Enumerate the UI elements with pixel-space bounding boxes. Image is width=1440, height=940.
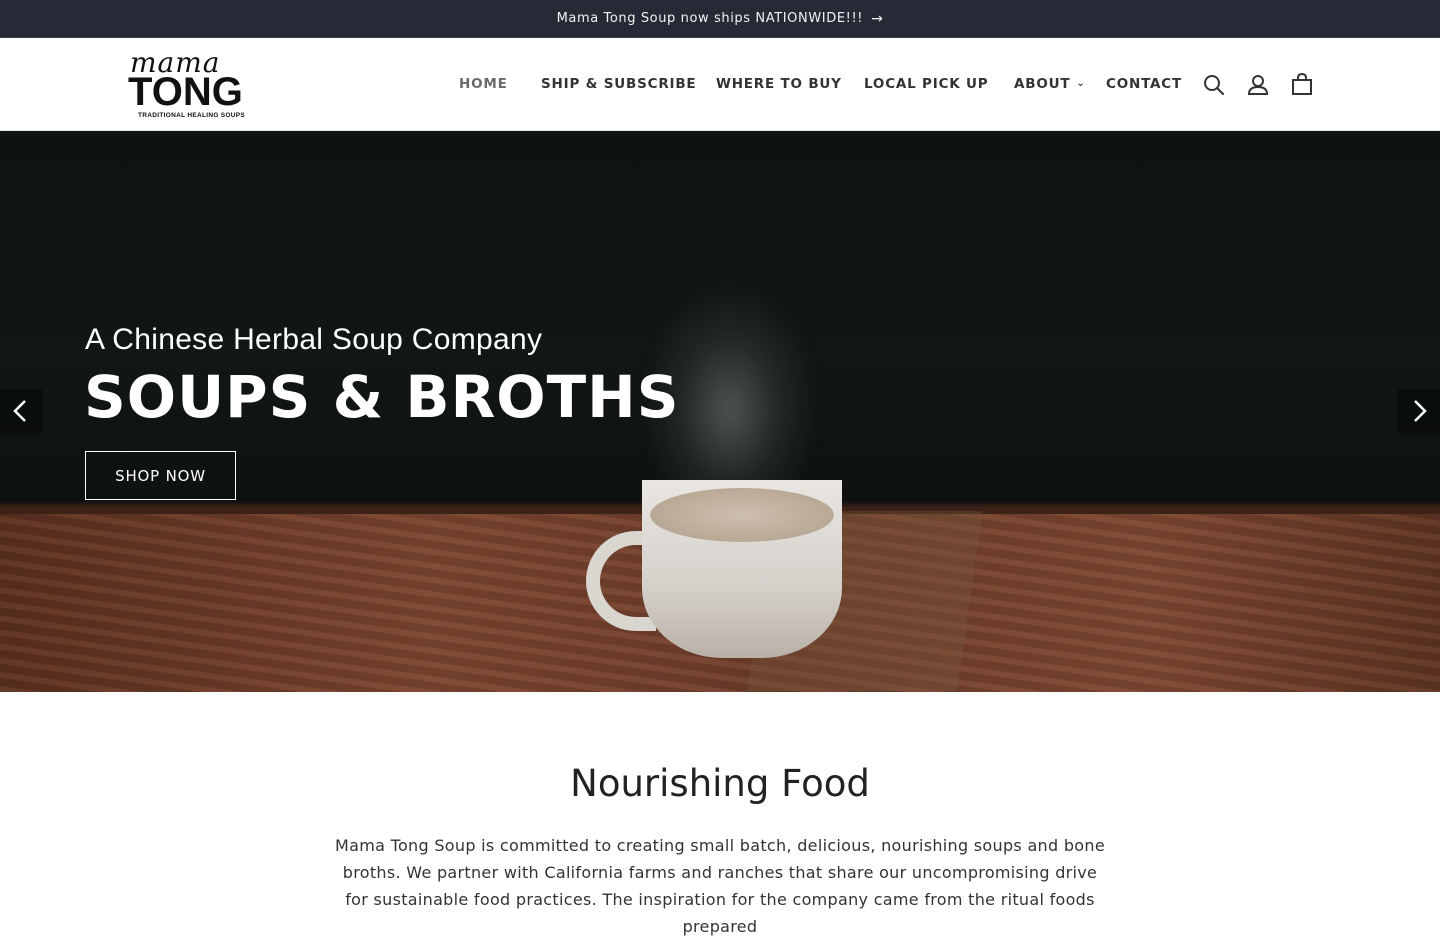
hero-mug-rim	[650, 488, 834, 542]
search-icon[interactable]	[1201, 72, 1227, 98]
slideshow-next-button[interactable]	[1398, 389, 1440, 433]
hero-kicker: A Chinese Herbal Soup Company	[85, 323, 543, 356]
logo-word-text: TONG	[128, 70, 243, 114]
intro-title: Nourishing Food	[570, 762, 870, 805]
account-icon[interactable]	[1245, 72, 1271, 98]
site-header: mama TONG TRADITIONAL HEALING SOUPS HOME…	[0, 38, 1440, 131]
chevron-right-icon	[1414, 400, 1427, 422]
chevron-down-icon: ⌄	[1076, 78, 1086, 89]
hero-slideshow: A Chinese Herbal Soup Company SOUPS & BR…	[0, 131, 1440, 692]
chevron-left-icon	[13, 400, 26, 422]
nav-item-ship-subscribe[interactable]: SHIP & SUBSCRIBE	[541, 76, 696, 92]
nav-item-contact[interactable]: CONTACT	[1106, 76, 1182, 92]
nav-item-where-to-buy[interactable]: WHERE TO BUY	[716, 76, 842, 92]
arrow-right-icon: →	[871, 10, 884, 27]
shop-now-button[interactable]: SHOP NOW	[85, 451, 236, 500]
slideshow-prev-button[interactable]	[0, 389, 42, 433]
nav-item-local-pick-up[interactable]: LOCAL PICK UP	[864, 76, 989, 92]
nav-item-about[interactable]: ABOUT ⌄	[1014, 76, 1086, 92]
announcement-text[interactable]: Mama Tong Soup now ships NATIONWIDE!!!	[557, 11, 864, 26]
nav-item-home[interactable]: HOME	[459, 76, 508, 92]
intro-body: Mama Tong Soup is committed to creating …	[335, 836, 1105, 936]
nav-item-local-pick-up-label: LOCAL PICK UP	[864, 76, 989, 92]
cart-icon[interactable]	[1289, 72, 1315, 98]
hero-headline: SOUPS & BROTHS	[84, 363, 680, 431]
announcement-bar[interactable]: Mama Tong Soup now ships NATIONWIDE!!! →	[0, 0, 1440, 38]
nav-item-about-label: ABOUT	[1014, 76, 1071, 92]
logo-tagline: TRADITIONAL HEALING SOUPS	[138, 112, 246, 119]
site-logo[interactable]: mama TONG TRADITIONAL HEALING SOUPS	[128, 46, 264, 122]
